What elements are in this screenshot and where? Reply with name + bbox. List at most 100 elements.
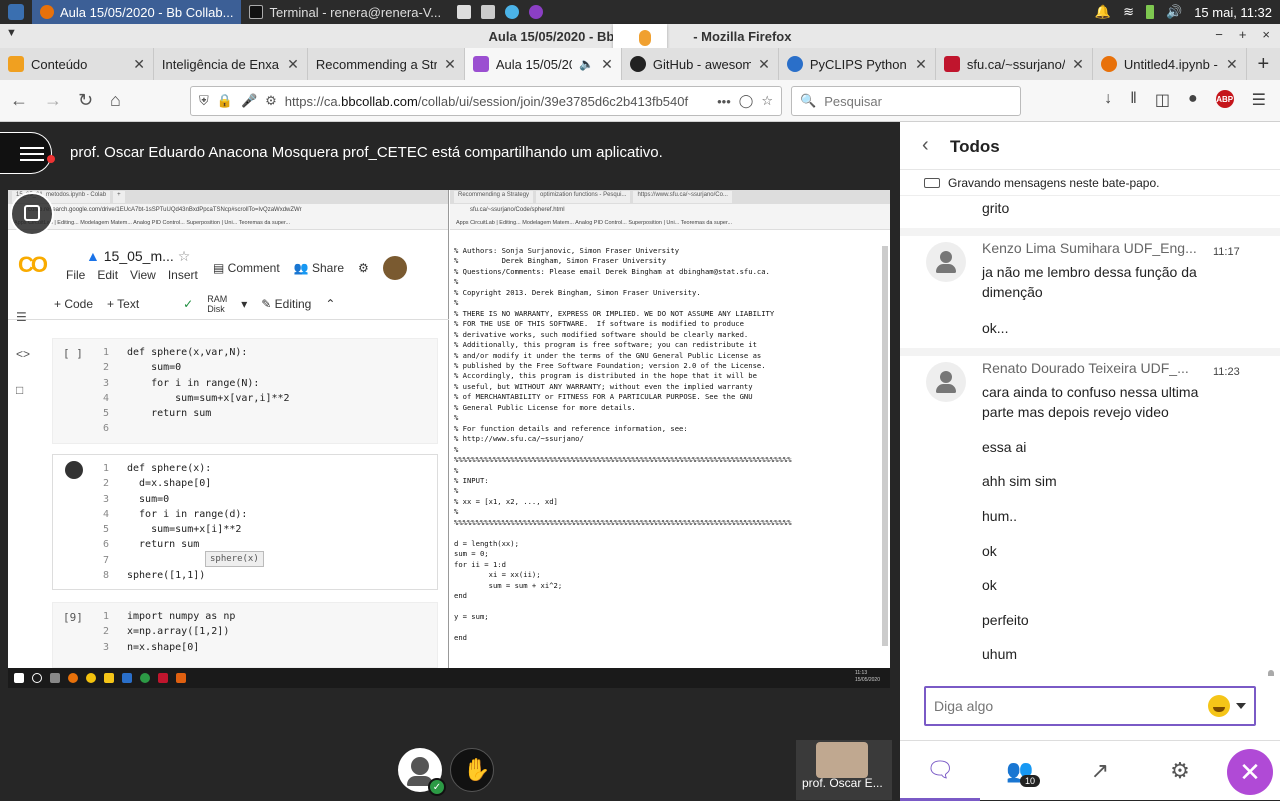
shield-icon[interactable]: ⛨ <box>199 93 209 109</box>
sidebar-icon[interactable]: ◫ <box>1155 90 1170 110</box>
bookmark-star-icon[interactable]: ☆ <box>761 93 773 109</box>
sfu-window: Recommending a Strategy optimization func… <box>450 190 890 668</box>
adblock-icon[interactable]: ABP <box>1215 90 1234 108</box>
session-stage: prof. Oscar Eduardo Anacona Mosquera pro… <box>0 122 900 800</box>
close-icon[interactable]: ✕ <box>444 56 456 73</box>
chat-tab[interactable]: 🗨 <box>900 741 980 801</box>
chat-message: perfeito <box>982 612 1029 628</box>
browser-tab[interactable]: Inteligência de Enxa ✕ <box>154 48 308 80</box>
close-panel-button[interactable]: ✕ <box>1227 749 1273 795</box>
system-clock[interactable]: 15 mai, 11:32 <box>1194 5 1272 20</box>
maximize-button[interactable]: + <box>1239 27 1247 42</box>
chat-scrollbar[interactable] <box>1268 670 1274 676</box>
taskbar-app-firefox[interactable]: Aula 15/05/2020 - Bb Collab... <box>32 0 242 24</box>
window-title-suffix: - Mozilla Firefox <box>693 28 792 44</box>
zoom-icon[interactable] <box>10 192 54 236</box>
my-status-button[interactable]: ✓ <box>398 748 446 796</box>
lock-icon[interactable]: 🔒 <box>217 93 233 109</box>
presenter-thumbnail <box>816 742 868 778</box>
browser-tab-active[interactable]: Aula 15/05/20 🔈 ✕ <box>464 48 622 80</box>
hamburger-menu-icon[interactable]: ☰ <box>1252 90 1266 110</box>
presenter-video[interactable]: prof. Oscar E... <box>796 740 892 800</box>
settings-tab[interactable]: ⚙ <box>1140 741 1220 801</box>
close-icon[interactable]: ✕ <box>915 56 927 73</box>
browser-tab[interactable]: Recommending a Str ✕ <box>308 48 465 80</box>
page-actions-icon[interactable]: ••• <box>717 94 731 109</box>
attendees-tab[interactable]: 👥 10 <box>980 741 1060 801</box>
colab-toolbar: + Code + Text ✓ RAM Disk ▾ ✎ Editing ⌃ <box>8 288 449 320</box>
tor-icon[interactable] <box>529 5 544 19</box>
line-number: 2 <box>103 478 110 490</box>
tab-label: PyCLIPS Python M <box>809 56 908 72</box>
new-tab-button[interactable]: + <box>1247 48 1280 80</box>
close-icon[interactable]: ✕ <box>1226 56 1238 73</box>
close-icon[interactable]: ✕ <box>601 56 613 73</box>
close-window-button[interactable]: × <box>1262 27 1270 42</box>
window-menu-icon[interactable]: ▼ <box>6 27 17 39</box>
menu-icon[interactable] <box>0 0 32 24</box>
colab-url: colab.research.google.com/drive/1EUcA7bt… <box>8 204 448 218</box>
signature-tooltip: sphere(x) <box>205 551 264 567</box>
browser-tab[interactable]: GitHub - awesom ✕ <box>622 48 779 80</box>
chat-input-box[interactable] <box>924 686 1256 726</box>
colab-bookmarks: Apps CircuitLab | Editing... Modelagem M… <box>8 218 448 230</box>
close-icon: ✕ <box>1239 756 1261 787</box>
wifi-icon[interactable]: ≋ <box>1123 4 1134 20</box>
url-bar[interactable]: ⛨ 🔒 🎤 ⚙ https://ca.bbcollab.com/collab/u… <box>190 86 782 116</box>
speaker-icon[interactable]: 🔈 <box>579 57 594 71</box>
download-icon[interactable]: ↓ <box>1104 90 1112 110</box>
code-text: x=np.array([1,2]) <box>127 626 230 638</box>
browser-tab[interactable]: Untitled4.ipynb - ✕ <box>1093 48 1247 80</box>
settings-icon[interactable] <box>481 5 496 19</box>
code-line: 3 sum=0 <box>103 492 247 507</box>
chevron-down-icon[interactable] <box>1236 703 1246 709</box>
back-icon[interactable]: ← <box>10 90 28 111</box>
recording-icon <box>924 178 940 188</box>
taskbar-app-terminal[interactable]: Terminal - renera@renera-V... <box>241 0 449 24</box>
close-icon[interactable]: ✕ <box>758 56 770 73</box>
url-text[interactable]: https://ca.bbcollab.com/collab/ui/sessio… <box>285 94 709 109</box>
close-icon[interactable]: ✕ <box>287 56 299 73</box>
forward-icon[interactable]: → <box>44 90 62 111</box>
code-text: d=x.shape[0] <box>127 478 212 490</box>
app-icon[interactable] <box>505 5 520 19</box>
code-text: sum=0 <box>127 362 182 374</box>
code-cell: [9] 1 import numpy as np 2 x=np.array([1,2]… <box>52 602 438 668</box>
bell-icon[interactable]: 🔔 <box>1095 4 1111 20</box>
pocket-icon[interactable]: ◯ <box>739 93 754 109</box>
avatar <box>926 362 966 402</box>
emoji-icon[interactable] <box>1208 695 1230 717</box>
session-menu-button[interactable] <box>0 132 55 174</box>
battery-icon[interactable] <box>1146 5 1154 19</box>
browser-tab[interactable]: sfu.ca/~ssurjano/ ✕ <box>936 48 1093 80</box>
reload-icon[interactable]: ↻ <box>78 90 93 111</box>
chat-messages: grito Kenzo Lima Sumihara UDF_Eng... 11:… <box>900 196 1280 676</box>
raise-hand-button[interactable]: ✋ <box>450 748 494 792</box>
browser-tab[interactable]: PyCLIPS Python M ✕ <box>779 48 936 80</box>
matlab-icon <box>176 673 186 683</box>
page-info-icon[interactable]: ⚙ <box>265 93 277 109</box>
account-icon[interactable]: ● <box>1188 90 1198 110</box>
menu-view: View <box>130 268 156 282</box>
search-bar[interactable]: 🔍 Pesquisar <box>791 86 1021 116</box>
back-chevron-icon[interactable]: ‹ <box>922 134 929 157</box>
library-icon[interactable]: ‖ <box>1130 90 1137 110</box>
home-icon[interactable]: ⌂ <box>110 90 121 111</box>
divider <box>900 228 1280 236</box>
close-icon[interactable]: ✕ <box>133 56 145 73</box>
line-number: 4 <box>103 508 110 520</box>
share-content-tab[interactable]: ↗ <box>1060 741 1140 801</box>
code-line: 5 return sum <box>103 406 290 421</box>
minimize-button[interactable]: − <box>1215 27 1223 42</box>
folder-icon[interactable] <box>457 5 472 19</box>
microphone-permission-icon[interactable]: 🎤 <box>241 93 257 109</box>
system-taskbar: Aula 15/05/2020 - Bb Collab... Terminal … <box>0 0 1280 24</box>
code-line: 2 x=np.array([1,2]) <box>103 624 235 639</box>
code-text: sum=0 <box>127 493 170 505</box>
line-number: 3 <box>103 641 110 653</box>
chat-input[interactable] <box>934 698 1208 714</box>
volume-icon[interactable]: 🔊 <box>1166 4 1182 20</box>
browser-tab[interactable]: Conteúdo ✕ <box>0 48 154 80</box>
close-icon[interactable]: ✕ <box>1072 56 1084 73</box>
gear-icon: ⚙ <box>358 261 369 275</box>
